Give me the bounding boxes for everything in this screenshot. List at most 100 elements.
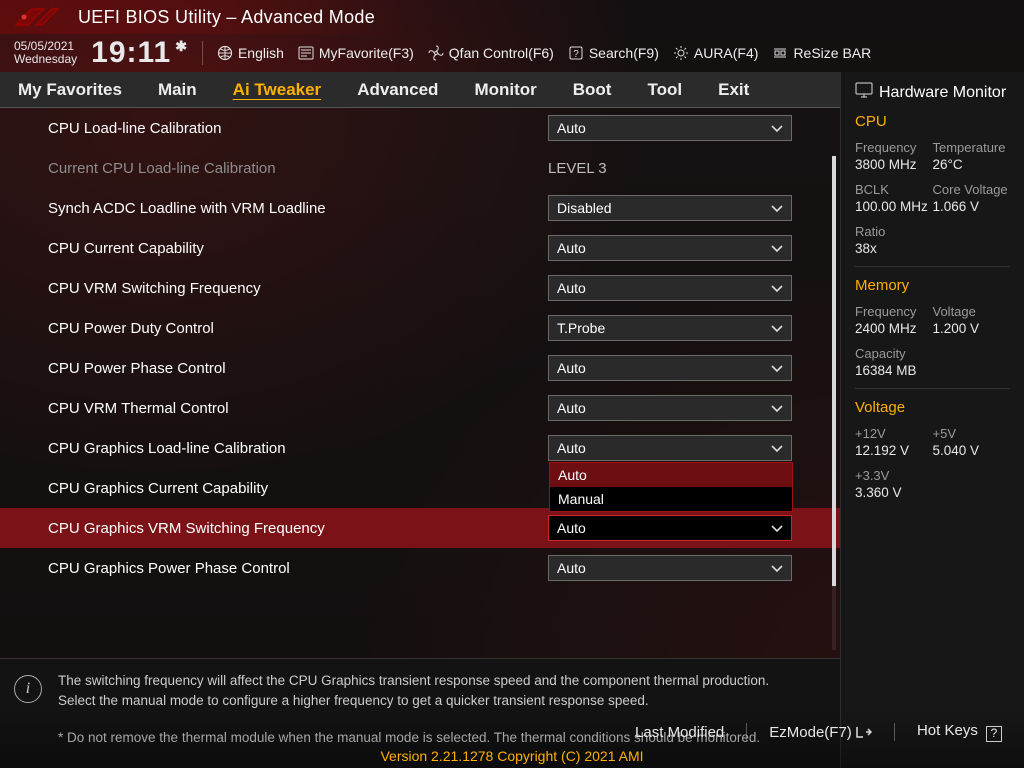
gear-icon[interactable]: ✱ bbox=[175, 38, 188, 55]
mem-freq-value: 2400 MHz bbox=[855, 321, 933, 336]
mem-cap-label: Capacity bbox=[855, 346, 933, 361]
tab-advanced[interactable]: Advanced bbox=[339, 72, 456, 108]
tab-tool[interactable]: Tool bbox=[629, 72, 700, 108]
dropdown-option[interactable]: Manual bbox=[550, 487, 792, 511]
ezmode-link[interactable]: EzMode(F7) bbox=[769, 724, 872, 741]
ratio-value: 38x bbox=[855, 241, 933, 256]
setting-value: LEVEL 3 bbox=[548, 160, 607, 177]
date-block: 05/05/2021 Wednesday bbox=[14, 40, 77, 65]
setting-label: CPU VRM Switching Frequency bbox=[48, 280, 548, 297]
dropdown-value: Auto bbox=[557, 280, 586, 296]
mem-cap-value: 16384 MB bbox=[855, 363, 933, 378]
setting-row[interactable]: CPU Power Duty Control T.Probe bbox=[0, 308, 840, 348]
tab-main[interactable]: Main bbox=[140, 72, 215, 108]
monitor-icon bbox=[855, 82, 873, 103]
language-label: English bbox=[238, 45, 284, 61]
sun-icon bbox=[673, 45, 689, 61]
setting-label: CPU Power Duty Control bbox=[48, 320, 548, 337]
setting-row[interactable]: CPU Load-line Calibration Auto bbox=[0, 108, 840, 148]
tab-boot[interactable]: Boot bbox=[555, 72, 630, 108]
chevron-down-icon bbox=[771, 320, 783, 336]
cpu-freq-value: 3800 MHz bbox=[855, 157, 933, 172]
chevron-down-icon bbox=[771, 240, 783, 256]
dropdown-option[interactable]: Auto bbox=[550, 463, 792, 487]
setting-label: CPU VRM Thermal Control bbox=[48, 400, 548, 417]
dropdown[interactable]: Auto bbox=[548, 395, 792, 421]
mem-volt-value: 1.200 V bbox=[933, 321, 1011, 336]
qfan-link[interactable]: Qfan Control(F6) bbox=[428, 45, 554, 61]
setting-row[interactable]: CPU Graphics VRM Switching FrequencyAuto bbox=[0, 508, 840, 548]
v12-label: +12V bbox=[855, 426, 933, 441]
setting-row[interactable]: Synch ACDC Loadline with VRM LoadlineDis… bbox=[0, 188, 840, 228]
svg-text:?: ? bbox=[573, 49, 579, 60]
dropdown-list[interactable]: AutoManual bbox=[549, 462, 793, 512]
setting-label: Synch ACDC Loadline with VRM Loadline bbox=[48, 200, 548, 217]
dropdown[interactable]: Disabled bbox=[548, 195, 792, 221]
sub-header: 05/05/2021 Wednesday 19:11 ✱ English MyF… bbox=[0, 34, 1024, 72]
chevron-down-icon bbox=[771, 560, 783, 576]
chevron-down-icon bbox=[771, 280, 783, 296]
resizebar-link[interactable]: ReSize BAR bbox=[772, 45, 871, 61]
dropdown[interactable]: Auto bbox=[548, 515, 792, 541]
aura-link[interactable]: AURA(F4) bbox=[673, 45, 759, 61]
dropdown-value: T.Probe bbox=[557, 320, 605, 336]
dropdown[interactable]: Auto bbox=[548, 235, 792, 261]
dropdown[interactable]: Auto bbox=[548, 115, 792, 141]
day-text: Wednesday bbox=[14, 53, 77, 66]
app-title: UEFI BIOS Utility – Advanced Mode bbox=[78, 7, 375, 28]
setting-row[interactable]: CPU Graphics Load-line CalibrationAutoAu… bbox=[0, 428, 840, 468]
dropdown-value: Auto bbox=[557, 240, 586, 256]
dropdown[interactable]: T.Probe bbox=[548, 315, 792, 341]
resizebar-label: ReSize BAR bbox=[793, 45, 871, 61]
myfavorite-link[interactable]: MyFavorite(F3) bbox=[298, 45, 414, 61]
setting-row[interactable]: CPU Current CapabilityAuto bbox=[0, 228, 840, 268]
setting-label: Current CPU Load-line Calibration bbox=[48, 160, 548, 177]
setting-label: CPU Load-line Calibration bbox=[48, 120, 548, 137]
v5-label: +5V bbox=[933, 426, 1011, 441]
setting-row[interactable]: CPU VRM Switching Frequency Auto bbox=[0, 268, 840, 308]
v12-value: 12.192 V bbox=[855, 443, 933, 458]
question-box-icon: ? bbox=[986, 726, 1002, 742]
chevron-down-icon bbox=[771, 120, 783, 136]
clock-time: 19:11 bbox=[91, 36, 171, 70]
setting-label: CPU Graphics VRM Switching Frequency bbox=[48, 520, 548, 537]
setting-row[interactable]: CPU Graphics Power Phase Control Auto bbox=[0, 548, 840, 588]
clock[interactable]: 19:11 ✱ bbox=[91, 36, 188, 70]
dropdown-value: Auto bbox=[557, 440, 586, 456]
tab-monitor[interactable]: Monitor bbox=[456, 72, 554, 108]
chevron-down-icon bbox=[771, 400, 783, 416]
search-label: Search(F9) bbox=[589, 45, 659, 61]
chevron-down-icon bbox=[771, 440, 783, 456]
hotkeys-link[interactable]: Hot Keys ? bbox=[917, 722, 1002, 742]
star-list-icon bbox=[298, 45, 314, 61]
myfavorite-label: MyFavorite(F3) bbox=[319, 45, 414, 61]
dropdown-value: Auto bbox=[557, 400, 586, 416]
hardware-monitor-panel: Hardware Monitor CPU Frequency3800 MHz T… bbox=[840, 72, 1024, 768]
dropdown[interactable]: AutoAutoManual bbox=[548, 435, 792, 461]
scrollbar-thumb[interactable] bbox=[832, 156, 836, 586]
setting-row[interactable]: CPU VRM Thermal Control Auto bbox=[0, 388, 840, 428]
exit-arrow-icon bbox=[856, 724, 872, 741]
last-modified-link[interactable]: Last Modified bbox=[635, 724, 724, 741]
setting-row: Current CPU Load-line CalibrationLEVEL 3 bbox=[0, 148, 840, 188]
cpu-freq-label: Frequency bbox=[855, 140, 933, 155]
footer: Last Modified EzMode(F7) Hot Keys ? Vers… bbox=[0, 710, 1024, 768]
dropdown-value: Auto bbox=[557, 120, 586, 136]
dropdown[interactable]: Auto bbox=[548, 555, 792, 581]
chevron-down-icon bbox=[771, 520, 783, 536]
globe-icon bbox=[217, 45, 233, 61]
tab-exit[interactable]: Exit bbox=[700, 72, 767, 108]
setting-row[interactable]: CPU Power Phase ControlAuto bbox=[0, 348, 840, 388]
dropdown[interactable]: Auto bbox=[548, 275, 792, 301]
search-link[interactable]: ? Search(F9) bbox=[568, 45, 659, 61]
rog-logo-icon bbox=[14, 5, 60, 29]
chevron-down-icon bbox=[771, 200, 783, 216]
qfan-label: Qfan Control(F6) bbox=[449, 45, 554, 61]
tab-my-favorites[interactable]: My Favorites bbox=[0, 72, 140, 108]
tab-ai-tweaker[interactable]: Ai Tweaker bbox=[215, 72, 340, 108]
dropdown-value: Auto bbox=[557, 560, 586, 576]
dropdown[interactable]: Auto bbox=[548, 355, 792, 381]
setting-label: CPU Graphics Power Phase Control bbox=[48, 560, 548, 577]
memory-heading: Memory bbox=[855, 277, 1010, 294]
language-selector[interactable]: English bbox=[217, 45, 284, 61]
